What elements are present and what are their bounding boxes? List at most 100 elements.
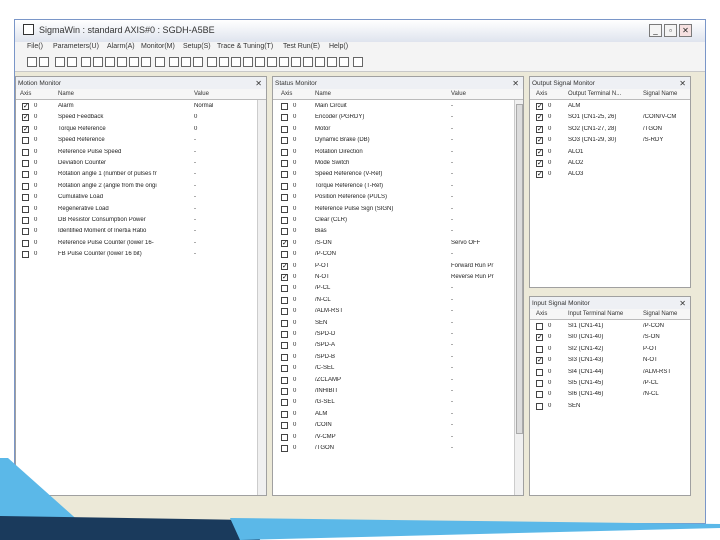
- row-checkbox[interactable]: [281, 103, 288, 110]
- table-row[interactable]: 0 Rotation Direction -: [273, 147, 523, 158]
- row-checkbox[interactable]: [281, 205, 288, 213]
- table-row[interactable]: 0/V-CMP -: [273, 432, 523, 443]
- table-row[interactable]: ✓ 0 Speed Feedback 0: [16, 112, 266, 123]
- row-checkbox[interactable]: [22, 205, 29, 213]
- filter-icon[interactable]: [327, 57, 337, 67]
- edit-icon[interactable]: [55, 57, 65, 67]
- table-row[interactable]: 0 Rotation angle 2 (angle from the origi -: [16, 181, 266, 192]
- table-row[interactable]: 0 SI5 (CN1-45) /P-CL: [530, 378, 690, 389]
- table-row[interactable]: 0/P-CON -: [273, 249, 523, 260]
- film-icon[interactable]: [291, 57, 301, 67]
- row-checkbox[interactable]: [281, 228, 288, 236]
- wave-icon[interactable]: [181, 57, 191, 67]
- title-bar[interactable]: SigmaWin : standard AXIS#0 : SGDH-A5BE _…: [15, 20, 705, 42]
- funnel-icon[interactable]: [339, 57, 349, 67]
- row-checkbox[interactable]: [281, 319, 288, 327]
- row-checkbox[interactable]: ✓: [281, 262, 288, 270]
- row-checkbox[interactable]: [281, 399, 288, 407]
- row-checkbox[interactable]: ✓: [536, 334, 543, 342]
- menu-item[interactable]: Monitor(M): [141, 43, 175, 50]
- table-row[interactable]: ✓ 0 SO1 (CN1-25, 26) /COIN/V-CM: [530, 112, 690, 123]
- row-checkbox[interactable]: [22, 217, 29, 224]
- row-checkbox[interactable]: [281, 433, 288, 441]
- stop-icon[interactable]: [81, 57, 91, 67]
- row-checkbox[interactable]: ✓: [536, 103, 543, 110]
- row-checkbox[interactable]: [281, 137, 288, 145]
- row-checkbox[interactable]: [281, 217, 288, 224]
- menu-item[interactable]: File(): [27, 43, 43, 50]
- row-checkbox[interactable]: ✓: [536, 137, 543, 145]
- menu-item[interactable]: Parameters(U): [53, 43, 99, 50]
- col-axis[interactable]: Axis: [536, 91, 547, 97]
- menu-item[interactable]: Setup(S): [183, 43, 211, 50]
- row-checkbox[interactable]: [281, 194, 288, 202]
- table-row[interactable]: 0 SI6 (CN1-46) /N-CL: [530, 389, 690, 400]
- row-checkbox[interactable]: [281, 331, 288, 338]
- grid-icon[interactable]: [105, 57, 115, 67]
- table-row[interactable]: 0/ZCLAMP -: [273, 375, 523, 386]
- table-row[interactable]: 0 Main Circuit -: [273, 101, 523, 112]
- row-checkbox[interactable]: ✓: [536, 357, 543, 365]
- table-row[interactable]: 0/COIN -: [273, 420, 523, 431]
- table-row[interactable]: 0 FB Pulse Counter (lower 16 bit) -: [16, 249, 266, 260]
- close-icon[interactable]: ✕: [679, 79, 686, 88]
- axis-icon[interactable]: [219, 57, 229, 67]
- row-checkbox[interactable]: [281, 251, 288, 259]
- table-row[interactable]: 0 Torque Reference (T-Ref) -: [273, 181, 523, 192]
- row-checkbox[interactable]: [22, 137, 29, 145]
- minimize-button[interactable]: _: [649, 24, 662, 37]
- row-checkbox[interactable]: [281, 365, 288, 373]
- row-checkbox[interactable]: [281, 160, 288, 167]
- row-checkbox[interactable]: [281, 148, 288, 156]
- row-checkbox[interactable]: [281, 296, 288, 304]
- table-row[interactable]: 0 Clear (CLR) -: [273, 215, 523, 226]
- col-axis[interactable]: Axis: [281, 91, 292, 97]
- table-row[interactable]: 0 Encoder (PGRDY) -: [273, 112, 523, 123]
- scroll-thumb[interactable]: [516, 104, 523, 434]
- people-icon[interactable]: [267, 57, 277, 67]
- scrollbar[interactable]: [514, 100, 523, 495]
- table-row[interactable]: ✓ 0 Alarm Normal: [16, 101, 266, 112]
- table-row[interactable]: 0 Rotation angle 1 (number of pulses fr -: [16, 169, 266, 180]
- table-row[interactable]: 0 SEN -: [273, 318, 523, 329]
- row-checkbox[interactable]: [281, 353, 288, 361]
- table-row[interactable]: ✓ 0 ALO3: [530, 169, 690, 180]
- table-row[interactable]: ✓ 0 ALO1: [530, 147, 690, 158]
- table-row[interactable]: 0 Motor -: [273, 124, 523, 135]
- row-checkbox[interactable]: ✓: [536, 114, 543, 122]
- row-checkbox[interactable]: [281, 182, 288, 190]
- col-signal[interactable]: Signal Name: [643, 91, 677, 97]
- row-checkbox[interactable]: [536, 391, 543, 399]
- table-row[interactable]: 0/ALM-RST -: [273, 306, 523, 317]
- row-checkbox[interactable]: [536, 345, 543, 353]
- row-checkbox[interactable]: [281, 410, 288, 418]
- trend-icon[interactable]: [193, 57, 203, 67]
- close-icon[interactable]: ✕: [255, 79, 262, 88]
- table-row[interactable]: 0 Mode Switch -: [273, 158, 523, 169]
- table-row[interactable]: ✓ 0 SI3 (CN1-43) N-OT: [530, 355, 690, 366]
- scope-icon[interactable]: [303, 57, 313, 67]
- table-row[interactable]: 0/C-SEL -: [273, 363, 523, 374]
- table-row[interactable]: ✓ 0 SO2 (CN1-27, 28) /TGON: [530, 124, 690, 135]
- user-icon[interactable]: [93, 57, 103, 67]
- lock-icon[interactable]: [231, 57, 241, 67]
- row-checkbox[interactable]: [281, 125, 288, 133]
- table-row[interactable]: 0 SI2 (CN1-42) P-OT: [530, 344, 690, 355]
- table-row[interactable]: ✓ 0 ALO2: [530, 158, 690, 169]
- row-checkbox[interactable]: ✓: [22, 114, 29, 122]
- table-row[interactable]: 0/INHIBIT -: [273, 386, 523, 397]
- window-icon[interactable]: [279, 57, 289, 67]
- close-button[interactable]: ✕: [679, 24, 692, 37]
- export-icon[interactable]: [155, 57, 165, 67]
- row-checkbox[interactable]: [281, 376, 288, 384]
- table-row[interactable]: ✓ 0 SI0 (CN1-40) /S-ON: [530, 332, 690, 343]
- table-icon[interactable]: [141, 57, 151, 67]
- table-row[interactable]: 0/SPD-B -: [273, 352, 523, 363]
- table-row[interactable]: 0 ALM -: [273, 409, 523, 420]
- table-row[interactable]: 0 SI1 (CN1-41) /P-CON: [530, 321, 690, 332]
- col-axis[interactable]: Axis: [20, 91, 31, 97]
- gear-icon[interactable]: [243, 57, 253, 67]
- row-checkbox[interactable]: [22, 194, 29, 202]
- row-checkbox[interactable]: ✓: [281, 274, 288, 281]
- col-axis[interactable]: Axis: [536, 311, 547, 317]
